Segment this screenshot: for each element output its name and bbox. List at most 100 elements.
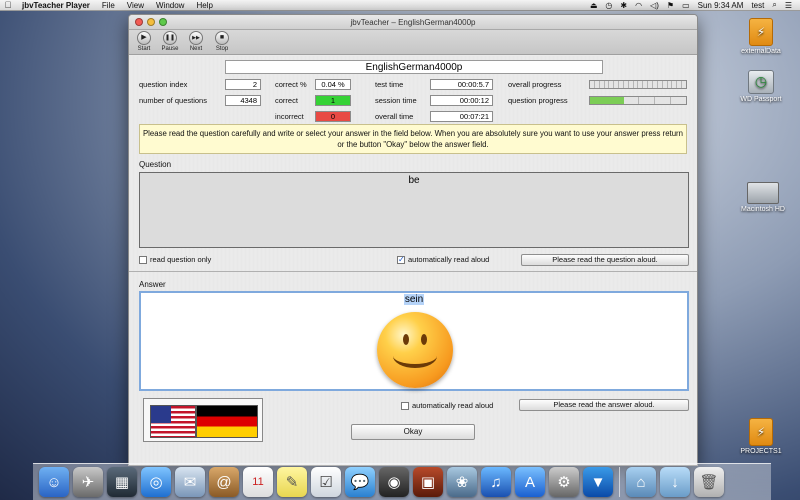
contacts-icon[interactable]: @ (209, 467, 239, 497)
incorrect-label: incorrect (275, 112, 304, 121)
desktop-icon-externaldata[interactable]: externalData (726, 18, 796, 55)
close-button[interactable] (135, 18, 143, 26)
question-progress-label: question progress (508, 96, 568, 105)
menu-help[interactable]: Help (190, 1, 218, 10)
dock-separator (619, 467, 620, 497)
main-window: jbvTeacher – EnglishGerman4000p ▶ Start … (128, 14, 698, 466)
menu-bar:  jbvTeacher Player File View Window Hel… (0, 0, 800, 11)
window-content: EnglishGerman4000p question index 2 numb… (129, 56, 697, 465)
desktop-icon-label: Macintosh HD (741, 206, 785, 213)
answer-input[interactable]: sein (139, 291, 689, 391)
itunes-icon[interactable]: ♫ (481, 467, 511, 497)
menu-view[interactable]: View (121, 1, 150, 10)
number-of-questions-label: number of questions (139, 96, 207, 105)
launchpad-icon[interactable]: ✈ (73, 467, 103, 497)
menu-window[interactable]: Window (150, 1, 190, 10)
next-button[interactable]: ▶▶ Next (185, 31, 207, 54)
stop-label: Stop (215, 46, 229, 52)
stop-icon: ■ (215, 31, 229, 45)
read-answer-aloud-button[interactable]: Please read the answer aloud. (519, 399, 689, 411)
lesson-title: EnglishGerman4000p (225, 60, 603, 74)
okay-button[interactable]: Okay (351, 424, 475, 440)
messages-icon[interactable]: 💬 (345, 467, 375, 497)
menu-file[interactable]: File (96, 1, 121, 10)
question-index-label: question index (139, 80, 188, 89)
list-icon[interactable]: ☰ (785, 1, 792, 10)
bluetooth-icon[interactable]: ✱ (620, 1, 627, 10)
minimize-button[interactable] (147, 18, 155, 26)
notes-icon[interactable]: ✎ (277, 467, 307, 497)
play-icon: ▶ (137, 31, 151, 45)
mail-icon[interactable]: ✉ (175, 467, 205, 497)
window-controls (135, 18, 167, 26)
desktop-icon-label: externalData (741, 48, 781, 55)
finder-icon[interactable]: ☺ (39, 467, 69, 497)
question-section-label: Question (139, 160, 172, 169)
menu-extras: ⏏ ◷ ✱ ◠ ◁) ⚑ ▭ Sun 9:34 AM test ⌕ ☰ (590, 0, 800, 10)
mission-control-icon[interactable]: ▦ (107, 467, 137, 497)
usb-drive-icon (749, 418, 773, 446)
checkbox-label: automatically read aloud (412, 401, 494, 410)
applications-folder-icon[interactable]: ⌂ (626, 467, 656, 497)
battery-icon[interactable]: ▭ (682, 1, 690, 10)
jbvteacher-icon[interactable]: ▼ (583, 467, 613, 497)
app-store-icon[interactable]: A (515, 467, 545, 497)
answer-auto-read-checkbox[interactable]: automatically read aloud (401, 401, 493, 410)
downloads-folder-icon[interactable]: ↓ (660, 467, 690, 497)
reminders-icon[interactable]: ☑ (311, 467, 341, 497)
checkbox-box (139, 255, 147, 264)
eject-icon[interactable]: ⏏ (590, 1, 598, 10)
start-label: Start (137, 46, 151, 52)
overall-time-value: 00:07:21 (430, 111, 493, 122)
read-question-only-checkbox[interactable]: read question only (139, 255, 211, 264)
question-index-value: 2 (225, 79, 261, 90)
photobooth-icon[interactable]: ▣ (413, 467, 443, 497)
desktop-icon-wd-passport[interactable]: WD Passport (726, 70, 796, 103)
flag-icon[interactable]: ⚑ (667, 1, 674, 10)
hard-drive-icon (747, 182, 779, 204)
read-question-aloud-button[interactable]: Please read the question aloud. (521, 254, 689, 266)
calendar-icon[interactable]: 11 (243, 467, 273, 497)
correct-label: correct (275, 96, 298, 105)
usb-drive-icon (749, 18, 773, 46)
answer-text: sein (403, 294, 425, 305)
start-button[interactable]: ▶ Start (133, 31, 155, 54)
zoom-button[interactable] (159, 18, 167, 26)
overall-time-label: overall time (375, 112, 414, 121)
window-titlebar[interactable]: jbvTeacher – EnglishGerman4000p (129, 15, 697, 30)
stop-button[interactable]: ■ Stop (211, 31, 233, 54)
session-time-label: session time (375, 96, 417, 105)
menu-clock[interactable]: Sun 9:34 AM (698, 1, 744, 10)
desktop-icon-projects1[interactable]: PROJECTS1 (726, 418, 796, 455)
menu-user[interactable]: test (751, 1, 764, 10)
window-title: jbvTeacher – EnglishGerman4000p (350, 18, 476, 27)
search-icon[interactable]: ⌕ (772, 0, 776, 10)
german-flag-icon (196, 405, 258, 438)
question-display: be (139, 172, 689, 248)
question-auto-read-checkbox[interactable]: ✓ automatically read aloud (397, 255, 489, 264)
system-preferences-icon[interactable]: ⚙ (549, 467, 579, 497)
app-menu[interactable]: jbvTeacher Player (16, 1, 96, 10)
iphoto-icon[interactable]: ❀ (447, 467, 477, 497)
pause-button[interactable]: ❚❚ Pause (159, 31, 181, 54)
safari-icon[interactable]: ◎ (141, 467, 171, 497)
trash-icon[interactable]: 🗑 (694, 467, 724, 497)
smiley-icon (377, 312, 453, 388)
instructions-box: Please read the question carefully and w… (139, 124, 687, 154)
correct-percent-label: correct % (275, 80, 307, 89)
checkbox-label: read question only (150, 255, 212, 264)
overall-progress-label: overall progress (508, 80, 562, 89)
volume-icon[interactable]: ◁) (650, 1, 659, 10)
toolbar: ▶ Start ❚❚ Pause ▶▶ Next ■ Stop (129, 30, 697, 55)
wifi-icon[interactable]: ◠ (635, 1, 642, 10)
test-time-label: test time (375, 80, 404, 89)
apple-menu-icon[interactable]:  (0, 0, 16, 10)
split-divider[interactable] (129, 271, 697, 272)
checkbox-box (401, 401, 409, 410)
question-progress-bar (589, 96, 687, 105)
timemachine-icon[interactable]: ◷ (605, 1, 612, 10)
desktop-icon-label: PROJECTS1 (740, 448, 782, 455)
facetime-icon[interactable]: ◉ (379, 467, 409, 497)
desktop-icon-macintosh-hd[interactable]: Macintosh HD (728, 182, 798, 213)
checkbox-label: automatically read aloud (408, 255, 490, 264)
